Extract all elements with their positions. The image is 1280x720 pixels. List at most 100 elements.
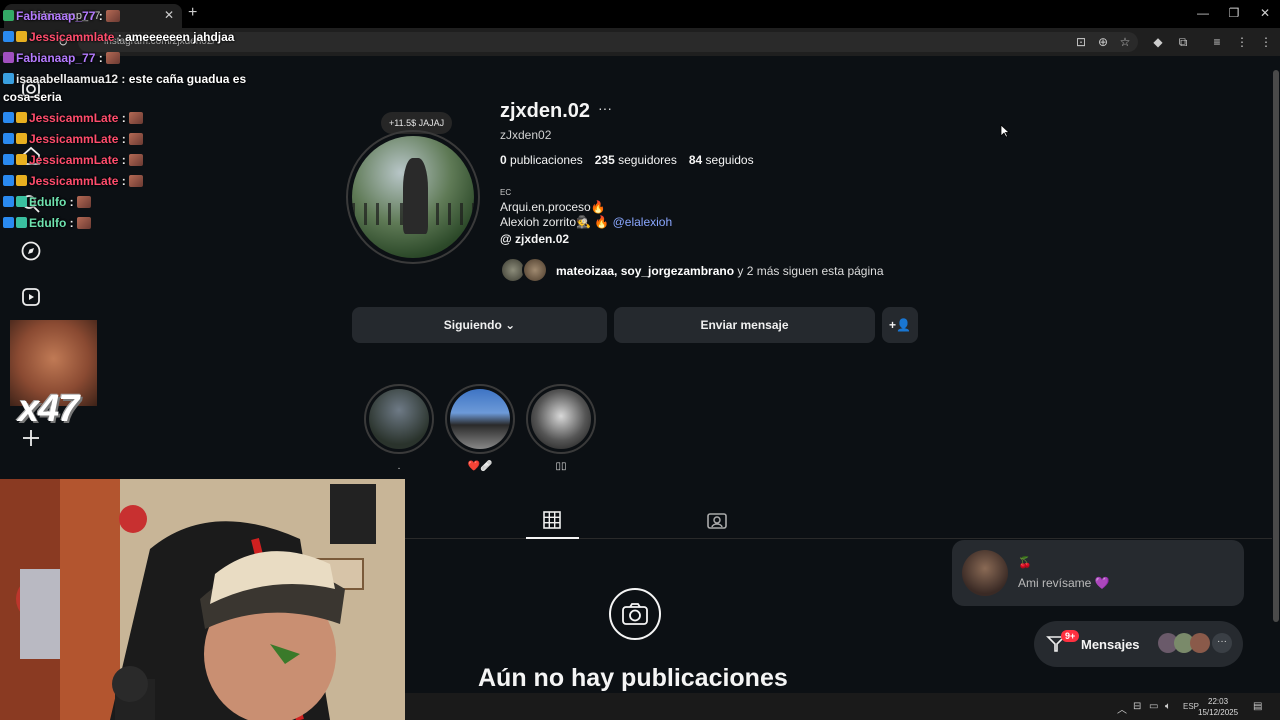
chat-badge-icon [16,196,27,207]
messages-label: Mensajes [1081,637,1140,652]
chat-emote [128,175,143,187]
chat-message: cosa seria [3,90,62,104]
chat-message: Fabianaap_77 : [3,51,120,65]
chat-message: Edulfo : [3,216,91,230]
new-tab-icon[interactable]: + [188,4,197,22]
emote-combo-counter: x47 [18,388,79,430]
avatar-photo [352,136,474,258]
install-app-icon[interactable]: ⊡ [1072,35,1090,49]
chat-message: Fabianaap_77 : [3,9,120,23]
profile-avatar[interactable] [346,130,480,264]
explore-icon[interactable] [20,240,42,262]
bio-mention-link[interactable]: @elalexioh [613,215,673,229]
clock[interactable]: 22:03 15/12/2025 [1198,696,1238,718]
bio-line: Arqui.en.proceso🔥 [500,200,606,214]
profile-stats: 0 publicaciones 235 seguidores 84 seguid… [500,153,754,167]
follower-avatar [522,257,548,283]
network-icon[interactable]: ⊟ [1133,701,1141,712]
tab-posts-grid-icon[interactable] [543,511,561,529]
chat-badge-icon [16,154,27,165]
chat-badge-icon [16,175,27,186]
puzzle-icon[interactable]: ⧉ [1174,35,1192,50]
chat-emote [128,133,143,145]
posts-count: 0 publicaciones [500,153,583,167]
battery-icon[interactable]: ▭ [1149,701,1158,712]
mouse-cursor-icon [1000,124,1010,138]
scrollbar-thumb[interactable] [1273,70,1279,622]
windows-taskbar: ︿ ⊟ ▭ 🔈︎ ESP 22:03 15/12/2025 ▤ [405,693,1280,720]
window-close-icon[interactable]: ✕ [1250,6,1280,20]
chat-message: Edulfo : [3,195,91,209]
close-tab-icon[interactable]: ✕ [164,8,174,22]
chat-emote [76,217,91,229]
chat-badge-icon [3,175,14,186]
chat-badge-icon [3,31,14,42]
address-bar[interactable]: instagram.com/zjxden02/ [78,32,1138,52]
unread-badge: 9+ [1061,630,1080,642]
chat-badge-icon [16,31,27,42]
followers-count[interactable]: 235 seguidores [595,153,677,167]
message-text: Ami revísame 💜 [1018,576,1110,590]
chat-badge-icon [3,154,14,165]
highlight-label: . [397,461,401,472]
chat-badge-icon [3,112,14,123]
chat-emote [128,154,143,166]
following-count[interactable]: 84 seguidos [689,153,754,167]
minimize-icon[interactable]: — [1188,6,1218,20]
suggested-users-icon[interactable]: +👤 [882,307,918,343]
highlight-label: ❤️🩹 [467,461,493,472]
chat-badge-icon [3,52,14,63]
threads-link[interactable]: @ zjxden.02 [500,232,569,246]
chat-message: JessicammLate : [3,174,143,188]
page-scrollbar[interactable] [1272,56,1280,693]
chat-emote [105,52,120,64]
threads-icon: @ [500,232,512,246]
menu-icon[interactable]: ⋮ [1257,35,1275,49]
more-chats-icon[interactable]: ··· [1212,633,1232,653]
profile-icon[interactable]: ⋮ [1233,35,1251,49]
bio-category: EC [500,188,512,197]
tab-tagged-icon[interactable] [707,511,727,529]
chat-badge-icon [3,217,14,228]
chat-avatar [1190,633,1210,653]
chat-emote [105,10,120,22]
volume-icon[interactable]: 🔈︎ [1165,701,1171,712]
extension-icon[interactable]: ◆ [1149,35,1167,49]
chat-message: JessicammLate : [3,132,143,146]
message-emoji: 🍒 [1018,557,1032,569]
chat-message: Jessicammlate : ameeeeeen jahdjaa [3,30,234,44]
language-indicator[interactable]: ESP [1183,702,1199,711]
story-highlight[interactable] [364,384,434,454]
notifications-icon[interactable]: ▤ [1253,701,1262,712]
following-button[interactable]: Siguiendo ⌄ [352,307,607,343]
empty-state-title: Aún no hay publicaciones [478,664,788,692]
send-message-button[interactable]: Enviar mensaje [614,307,875,343]
highlight-label: ▯▯ [555,461,567,472]
more-options-icon[interactable]: ··· [598,100,612,116]
reels-icon[interactable] [20,286,42,308]
chevron-down-icon: ⌄ [505,318,516,332]
story-highlight[interactable] [445,384,515,454]
chat-badge-icon [16,112,27,123]
chat-badge-icon [16,133,27,144]
tab-active-indicator [526,537,579,539]
messages-dock[interactable]: 9+ Mensajes ··· [1034,621,1243,667]
restore-icon[interactable]: ❐ [1219,6,1249,20]
bookmark-star-icon[interactable]: ☆ [1116,35,1134,49]
chat-message: JessicammLate : [3,111,143,125]
profile-full-name: zJxden02 [500,128,552,142]
streamer-webcam [0,479,405,720]
camera-icon [609,588,661,640]
chat-badge-icon [3,196,14,207]
followed-by-text: mateoizaa, soy_jorgezambrano y 2 más sig… [556,264,884,278]
story-highlight[interactable] [526,384,596,454]
chat-badge-icon [3,133,14,144]
zoom-icon[interactable]: ⊕ [1094,35,1112,49]
chat-message: isaaabellaamua12 : este caña guadua es [3,72,246,86]
tray-chevron-icon[interactable]: ︿ [1117,701,1127,716]
message-preview[interactable]: 🍒 Ami revísame 💜 [952,540,1244,606]
chat-badge-icon [3,10,14,21]
chat-badge-icon [16,217,27,228]
message-avatar [962,550,1008,596]
media-icon[interactable]: ≡ [1208,35,1226,49]
